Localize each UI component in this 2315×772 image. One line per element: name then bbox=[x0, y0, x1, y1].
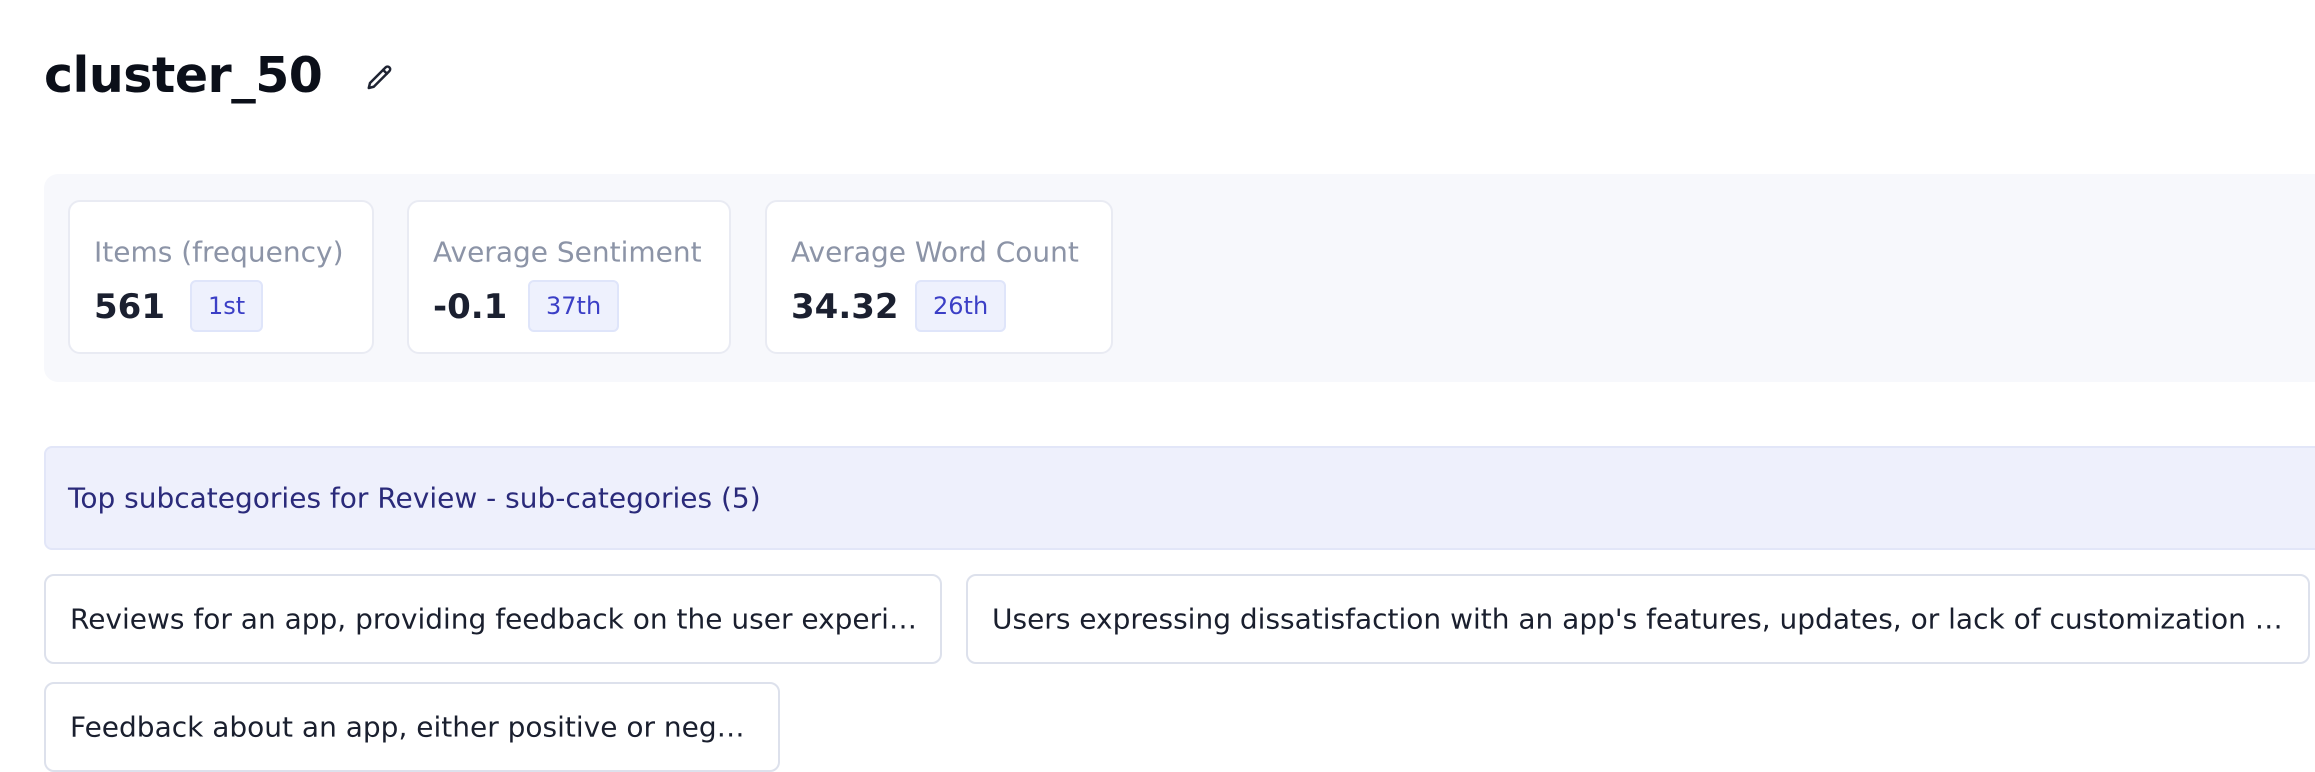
stat-value-sentiment: -0.1 bbox=[433, 287, 508, 327]
subcategory-chip[interactable]: Users expressing dissatisfaction with an… bbox=[966, 574, 2310, 664]
pencil-icon bbox=[367, 65, 392, 90]
subcategory-chip-label: Reviews for an app, providing feedback o… bbox=[70, 602, 920, 636]
edit-title-button[interactable] bbox=[360, 58, 400, 98]
cluster-detail-page: cluster_50 Items (frequency) 561 1st Ave… bbox=[0, 0, 2315, 772]
page-title: cluster_50 bbox=[44, 47, 323, 104]
stat-value-items: 561 bbox=[94, 287, 165, 327]
stat-card-sentiment: Average Sentiment -0.1 37th bbox=[407, 200, 731, 354]
stat-card-word-count: Average Word Count 34.32 26th bbox=[765, 200, 1113, 354]
rank-badge-items: 1st bbox=[190, 280, 264, 332]
subcategory-chip[interactable]: Feedback about an app, either positive o… bbox=[44, 682, 780, 772]
stat-label-items: Items (frequency) bbox=[94, 235, 344, 269]
subcategory-chip[interactable]: Reviews for an app, providing feedback o… bbox=[44, 574, 942, 664]
subcategories-header-title: Top subcategories for Review - sub-categ… bbox=[68, 481, 761, 515]
subcategories-header: Top subcategories for Review - sub-categ… bbox=[44, 446, 2315, 550]
stat-value-word-count: 34.32 bbox=[791, 287, 899, 327]
subcategory-chip-label: Users expressing dissatisfaction with an… bbox=[992, 602, 2288, 636]
title-row: cluster_50 bbox=[44, 40, 400, 112]
stats-panel: Items (frequency) 561 1st Average Sentim… bbox=[44, 174, 2315, 382]
stat-label-sentiment: Average Sentiment bbox=[433, 235, 702, 269]
stat-label-word-count: Average Word Count bbox=[791, 235, 1079, 269]
stat-card-items: Items (frequency) 561 1st bbox=[68, 200, 374, 354]
rank-badge-sentiment: 37th bbox=[528, 280, 620, 332]
rank-badge-word-count: 26th bbox=[915, 280, 1007, 332]
subcategory-chip-label: Feedback about an app, either positive o… bbox=[70, 710, 758, 744]
